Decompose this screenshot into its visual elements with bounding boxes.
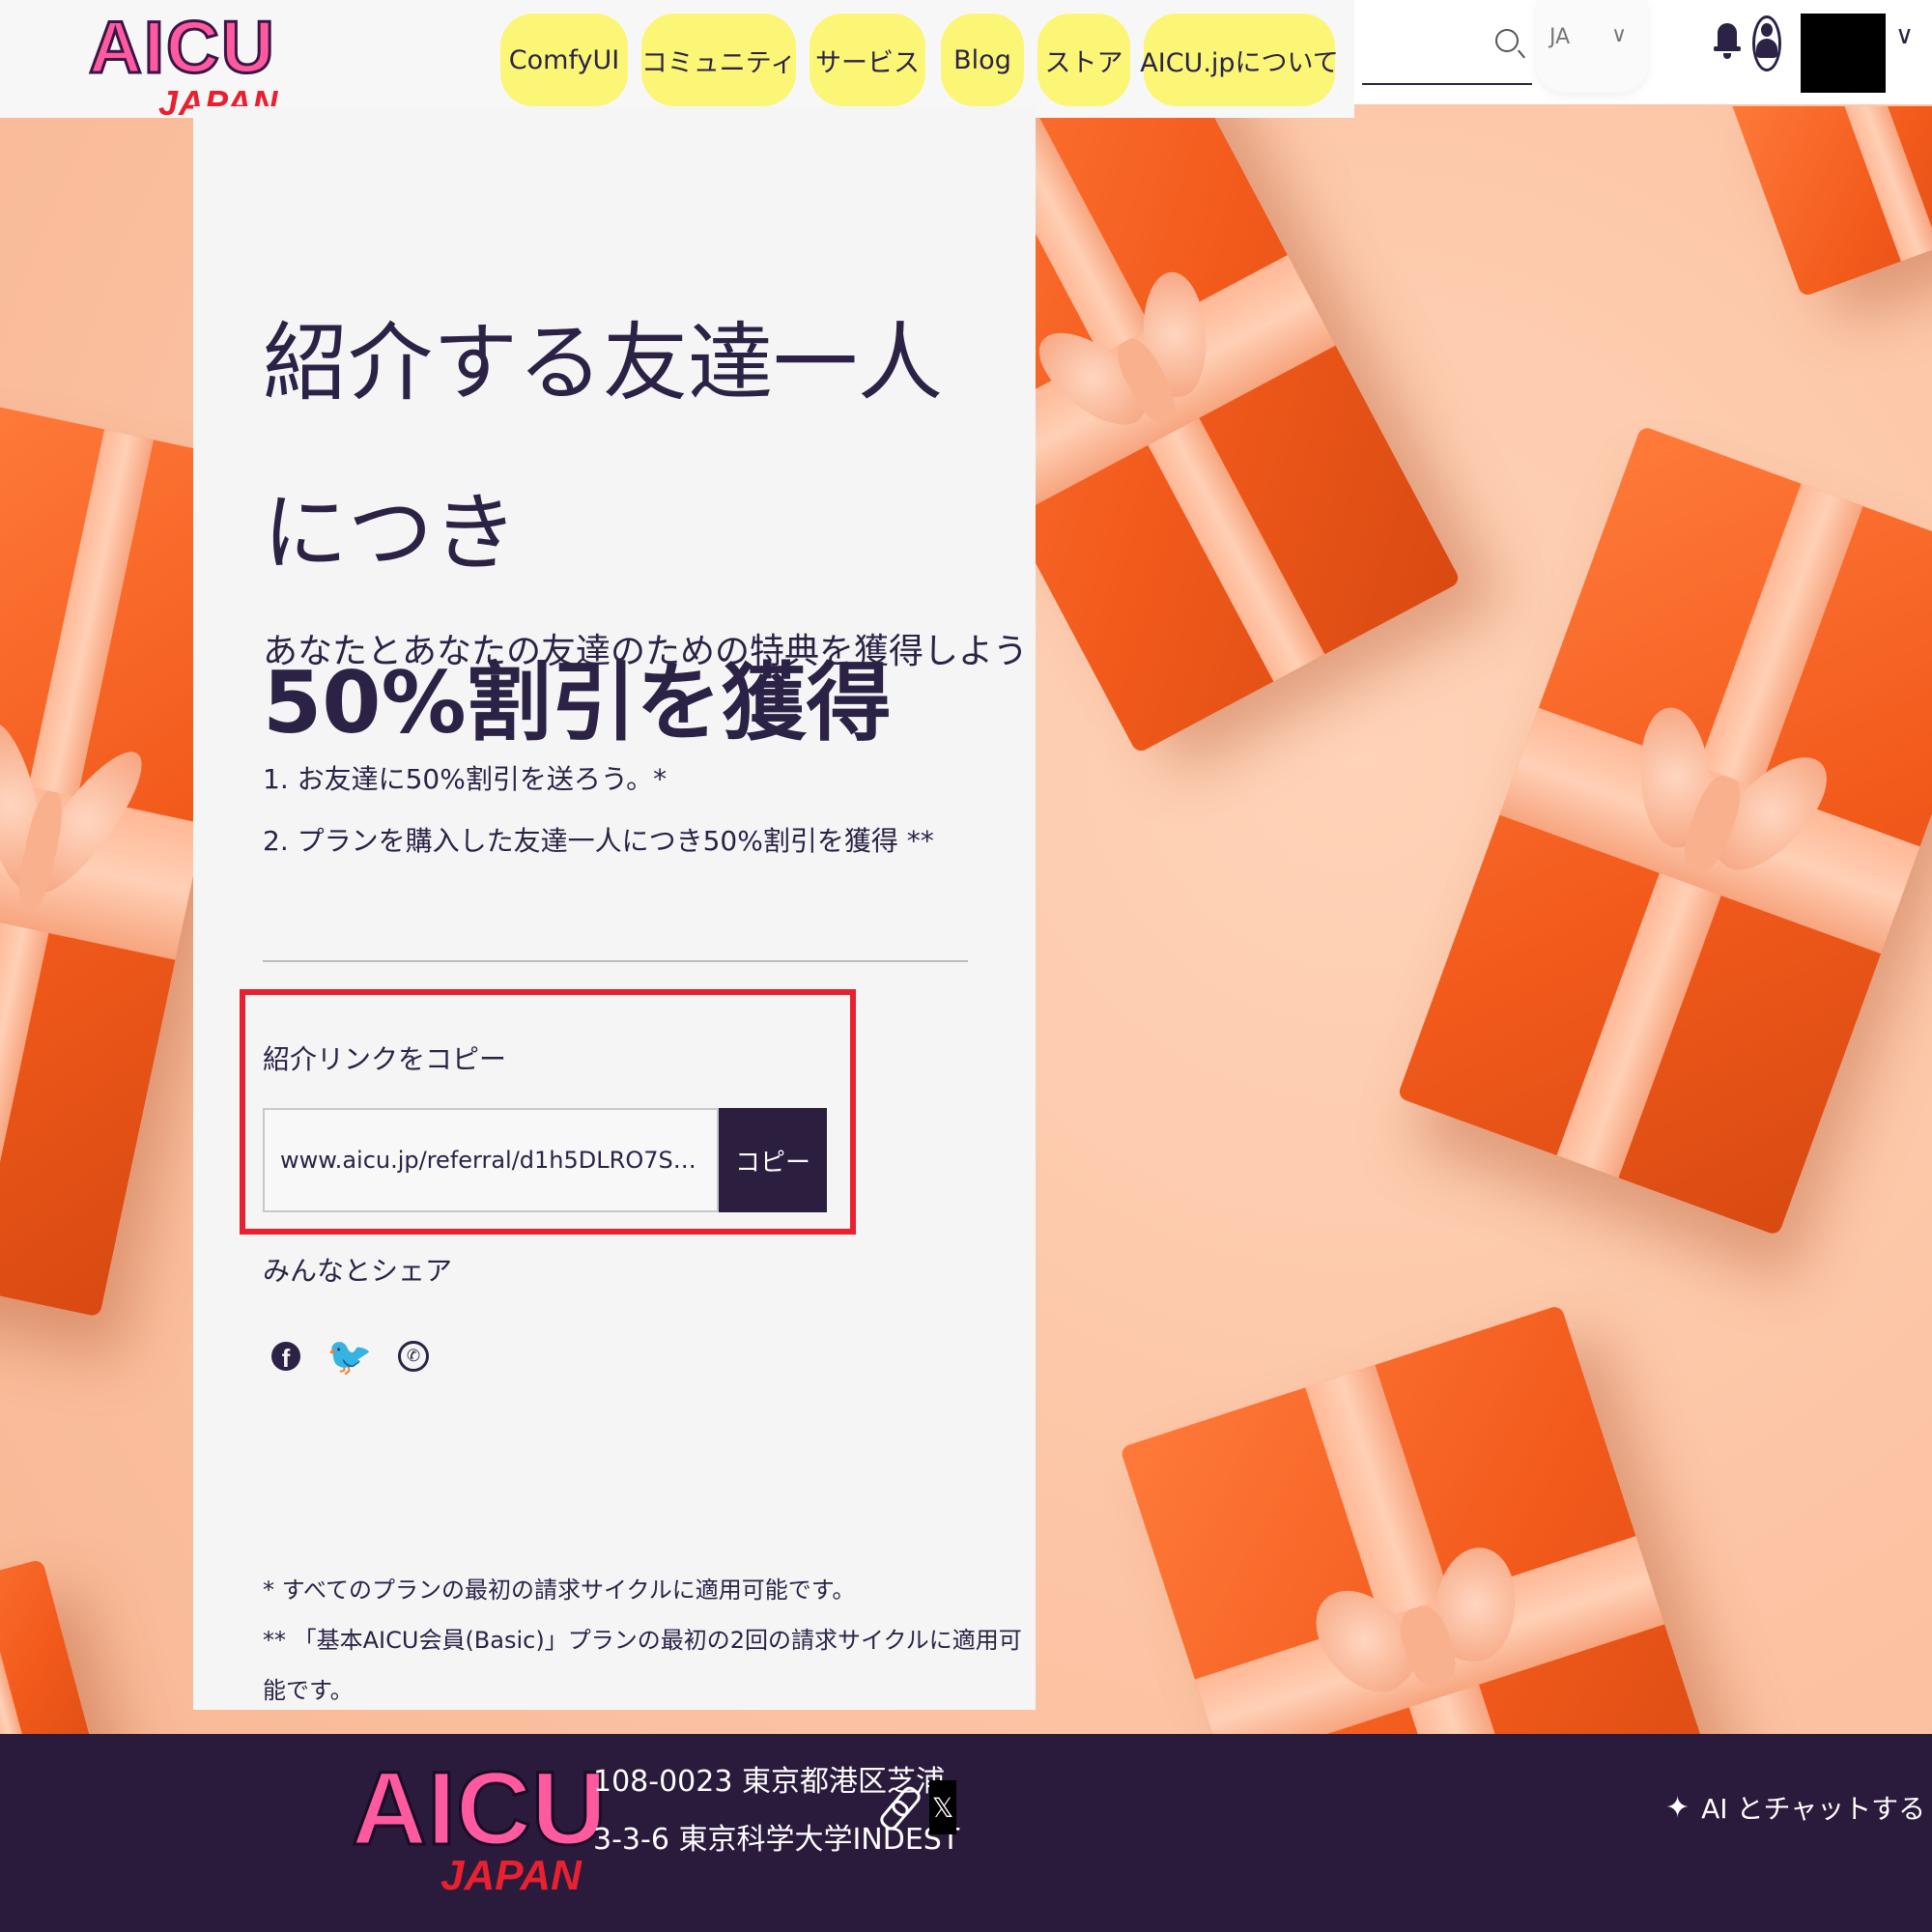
gift-box-decoration [1729,106,1932,298]
copy-button[interactable]: コピー [719,1108,827,1212]
gift-box-decoration [1120,1304,1740,1734]
chevron-down-icon[interactable]: ∨ [1895,21,1914,50]
x-icon[interactable]: 𝕏 [929,1780,956,1834]
nav-label: AICU.jpについて [1140,47,1339,78]
x-glyph: 𝕏 [931,1792,954,1823]
search-icon[interactable] [1495,29,1519,52]
logo-aicu-text: AICU [88,7,276,89]
share-label: みんなとシェア [263,1255,453,1287]
facebook-share-button[interactable]: f [263,1333,309,1379]
gift-box-decoration [0,1558,107,1734]
nav-label: Blog [953,44,1011,75]
footer-logo-aicu-text: AICU [351,1749,609,1866]
footer-logo-japan-text: JAPAN [440,1852,582,1899]
step-item: 2. プランを購入した友達一人につき50%割引を獲得 ** [263,825,934,857]
whatsapp-icon: ✆ [398,1341,429,1372]
nav-services[interactable]: サービス [810,14,925,106]
headline-line1: 紹介する友達一人につき [263,313,944,582]
nav-store[interactable]: ストア [1037,14,1130,106]
referral-url-text: www.aicu.jp/referral/d1h5DLRO7Syu?utm_..… [280,1147,705,1174]
nav-comfyui[interactable]: ComfyUI [500,14,628,106]
nav-label: ComfyUI [508,44,620,75]
step-item: 1. お友達に50%割引を送ろう。* [263,763,668,795]
facebook-icon: f [271,1342,300,1371]
site-footer: AICU JAPAN 108-0023 東京都港区芝浦 3-3-6 東京科学大学… [0,1734,1932,1932]
footer-logo[interactable]: AICU JAPAN [351,1753,609,1910]
chevron-down-icon: ∨ [1611,23,1628,47]
gift-box-decoration [1397,425,1932,1236]
user-avatar-icon[interactable] [1752,10,1785,71]
steps-list: 1. お友達に50%割引を送ろう。* 2. プランを購入した友達一人につき50%… [263,749,934,872]
bell-icon[interactable] [1714,17,1741,64]
language-code: JA [1549,25,1571,49]
search-input[interactable] [1362,15,1532,85]
whatsapp-share-button[interactable]: ✆ [390,1333,437,1379]
ai-chat-button[interactable]: ✦ AI とチャットする [1665,1788,1925,1827]
redacted-profile-block[interactable] [1801,14,1886,93]
referral-card: 紹介する友達一人につき 50%割引を獲得 あなたとあなたの友達のための特典を獲得… [193,106,1036,1710]
copy-link-label: 紹介リンクをコピー [263,1043,507,1075]
nav-label: コミュニティ [640,47,797,78]
link-icon[interactable] [877,1780,923,1838]
twitter-share-button[interactable]: 🐦 [327,1333,373,1379]
twitter-icon: 🐦 [327,1335,373,1378]
page-title: 紹介する友達一人につき 50%割引を獲得 [263,278,1016,788]
nav-blog[interactable]: Blog [941,14,1024,106]
nav-community[interactable]: コミュニティ [641,14,796,106]
subtitle: あなたとあなたの友達のための特典を獲得しよう [263,632,1029,671]
nav-label: ストア [1044,47,1123,78]
divider [263,960,968,962]
sparkle-icon: ✦ [1665,1790,1690,1825]
nav-about[interactable]: AICU.jpについて [1140,14,1339,106]
footnote: ** 「基本AICU会員(Basic)」プランの最初の2回の請求サイクルに適用可… [263,1627,1022,1704]
referral-url-field[interactable]: www.aicu.jp/referral/d1h5DLRO7Syu?utm_..… [263,1108,719,1212]
copy-button-label: コピー [734,1148,810,1178]
footnote: * すべてのプランの最初の請求サイクルに適用可能です。 [263,1577,856,1604]
language-selector[interactable]: JA ∨ [1536,0,1648,93]
footnotes: * すべてのプランの最初の請求サイクルに適用可能です。 ** 「基本AICU会員… [263,1565,1036,1716]
ai-chat-label: AI とチャットする [1701,1793,1926,1825]
nav-label: サービス [815,47,920,78]
